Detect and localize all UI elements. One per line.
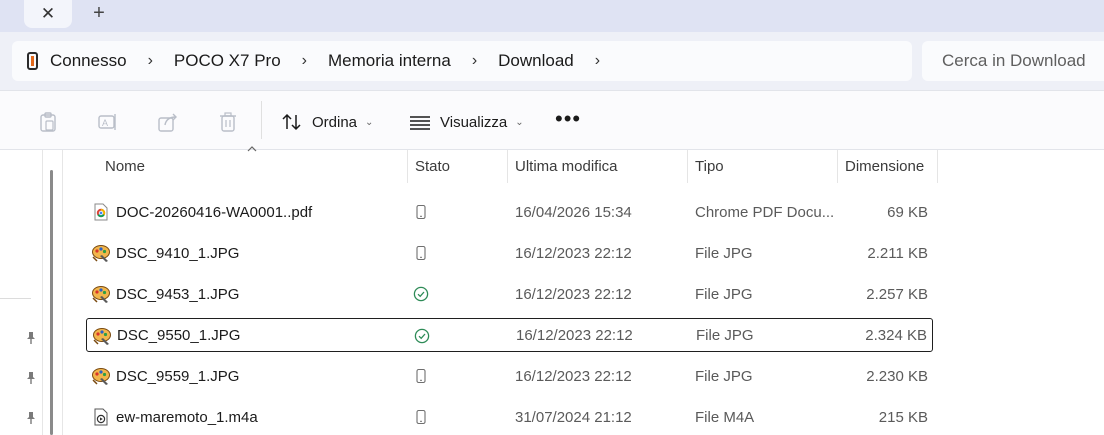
new-tab-button[interactable]: + <box>84 0 114 26</box>
file-name: DSC_9453_1.JPG <box>116 285 240 303</box>
device-only-icon <box>413 245 429 261</box>
file-row[interactable]: DSC_9559_1.JPG 16/12/2023 22:12 File JPG 2.… <box>86 359 933 393</box>
breadcrumb-item-connesso[interactable]: Connesso <box>50 51 127 71</box>
chevron-right-icon[interactable]: › <box>302 52 307 70</box>
pin-icon <box>27 412 35 424</box>
svg-text:A: A <box>102 118 108 128</box>
chevron-right-icon[interactable]: › <box>595 52 600 70</box>
file-type: File JPG <box>695 285 753 303</box>
chevron-down-icon: ⌄ <box>515 116 524 128</box>
file-modified: 16/12/2023 22:12 <box>516 326 633 344</box>
nav-pane-border <box>42 150 43 435</box>
file-modified: 16/04/2026 15:34 <box>515 203 632 221</box>
toolbar-separator <box>261 101 262 139</box>
phone-icon <box>27 52 38 70</box>
delete-icon[interactable] <box>217 111 239 133</box>
column-header-status[interactable]: Stato <box>415 150 450 183</box>
column-separator[interactable] <box>937 150 938 183</box>
tab-strip: ✕ + <box>0 0 1104 32</box>
audio-icon <box>91 407 111 427</box>
file-row[interactable]: DSC_9550_1.JPG 16/12/2023 22:12 File JPG 2.… <box>86 318 933 352</box>
close-icon: ✕ <box>40 4 56 23</box>
file-size: 2.211 KB <box>867 244 928 262</box>
file-type: File JPG <box>695 244 753 262</box>
nav-divider <box>0 298 31 299</box>
pin-icon <box>27 332 35 344</box>
synced-check-icon <box>414 328 430 344</box>
column-separator[interactable] <box>687 150 688 183</box>
column-header-type[interactable]: Tipo <box>695 150 724 183</box>
file-modified: 16/12/2023 22:12 <box>515 367 632 385</box>
file-type: File M4A <box>695 408 755 426</box>
content-border <box>62 150 63 435</box>
file-size: 2.230 KB <box>866 367 928 385</box>
pdf-icon <box>91 202 111 222</box>
view-list-icon <box>410 116 430 130</box>
file-name: ew-maremoto_1.m4a <box>116 408 258 426</box>
close-tab-button[interactable]: ✕ <box>24 0 72 28</box>
search-input[interactable]: Cerca in Download <box>922 41 1104 81</box>
file-row[interactable]: DSC_9453_1.JPG 16/12/2023 22:12 File JPG 2.… <box>86 277 933 311</box>
rename-icon[interactable]: A <box>97 111 119 133</box>
file-name: DOC-20260416-WA0001..pdf <box>116 203 313 221</box>
column-header-modified[interactable]: Ultima modifica <box>515 150 618 183</box>
breadcrumb-item-download[interactable]: Download <box>498 51 574 71</box>
file-row[interactable]: ew-maremoto_1.m4a 31/07/2024 21:12 File M4… <box>86 400 933 434</box>
file-type: Chrome PDF Docu... <box>695 203 835 221</box>
sort-label: Ordina <box>312 113 358 131</box>
chevron-right-icon[interactable]: › <box>472 52 477 70</box>
image-icon <box>92 326 112 346</box>
more-options-button[interactable]: ••• <box>555 108 581 130</box>
plus-icon: + <box>93 1 105 24</box>
file-name: DSC_9410_1.JPG <box>116 244 240 262</box>
image-icon <box>91 243 111 263</box>
file-size: 2.257 KB <box>866 285 928 303</box>
device-only-icon <box>413 368 429 384</box>
file-modified: 31/07/2024 21:12 <box>515 408 632 426</box>
file-modified: 16/12/2023 22:12 <box>515 285 632 303</box>
address-bar-row: Connesso › POCO X7 Pro › Memoria interna… <box>0 32 1104 90</box>
chevron-right-icon[interactable]: › <box>148 52 153 70</box>
paste-icon[interactable] <box>37 111 59 133</box>
file-type: File JPG <box>696 326 754 344</box>
pin-icon <box>27 372 35 384</box>
column-separator[interactable] <box>507 150 508 183</box>
sort-icon <box>282 113 301 131</box>
share-icon[interactable] <box>157 111 179 133</box>
device-only-icon <box>413 204 429 220</box>
chevron-down-icon: ⌄ <box>365 116 374 128</box>
search-placeholder: Cerca in Download <box>942 51 1086 70</box>
image-icon <box>91 284 111 304</box>
file-size: 2.324 KB <box>865 326 927 344</box>
breadcrumb[interactable]: Connesso › POCO X7 Pro › Memoria interna… <box>12 41 912 81</box>
column-separator[interactable] <box>837 150 838 183</box>
file-size: 69 KB <box>887 203 928 221</box>
column-header-name[interactable]: Nome <box>105 150 145 183</box>
view-button[interactable]: Visualizza ⌄ <box>409 108 524 136</box>
file-modified: 16/12/2023 22:12 <box>515 244 632 262</box>
file-size: 215 KB <box>878 408 928 426</box>
image-icon <box>91 366 111 386</box>
breadcrumb-item-device[interactable]: POCO X7 Pro <box>174 51 281 71</box>
file-type: File JPG <box>695 367 753 385</box>
column-header-size[interactable]: Dimensione <box>845 150 924 183</box>
sort-button[interactable]: Ordina ⌄ <box>281 108 373 136</box>
device-only-icon <box>413 409 429 425</box>
file-name: DSC_9559_1.JPG <box>116 367 240 385</box>
file-row[interactable]: DSC_9410_1.JPG 16/12/2023 22:12 File JPG 2.… <box>86 236 933 270</box>
file-row[interactable]: DOC-20260416-WA0001..pdf 16/04/2026 15:34… <box>86 195 933 229</box>
sort-ascending-icon <box>247 146 257 152</box>
nav-scrollbar[interactable] <box>50 170 53 435</box>
synced-check-icon <box>413 286 429 302</box>
breadcrumb-item-storage[interactable]: Memoria interna <box>328 51 451 71</box>
view-label: Visualizza <box>440 113 508 131</box>
column-separator[interactable] <box>407 150 408 183</box>
file-name: DSC_9550_1.JPG <box>117 326 241 344</box>
command-bar: A Ordina ⌄ Visualizza ⌄ ••• <box>0 91 1104 149</box>
